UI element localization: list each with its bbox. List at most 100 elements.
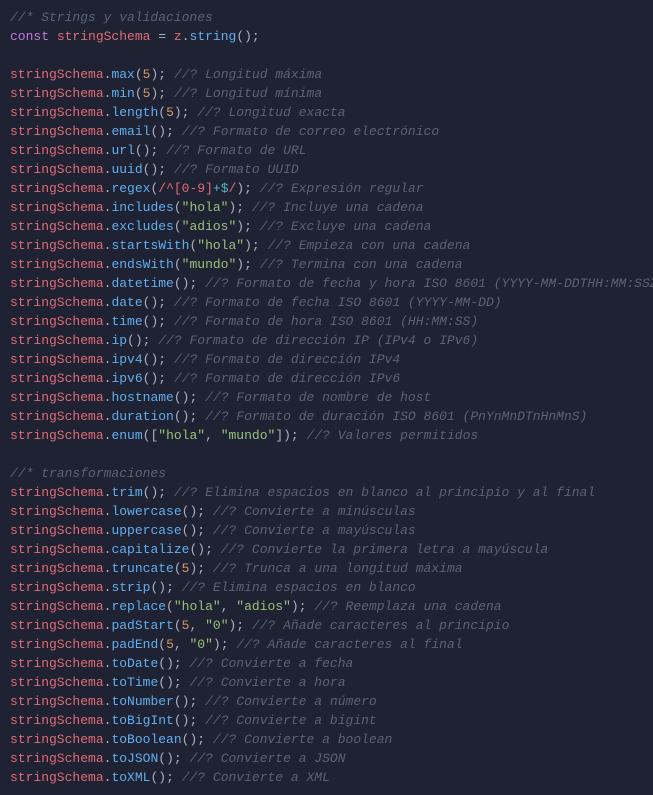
comment: //? Empieza con una cadena	[268, 238, 471, 253]
object-name: stringSchema	[10, 542, 104, 557]
paren-close: );	[158, 580, 174, 595]
code-line: stringSchema.padEnd(5, "0"); //? Añade c…	[10, 635, 643, 654]
comment: //? Convierte a bigint	[205, 713, 377, 728]
method-name: length	[111, 105, 158, 120]
regex-delim: /	[158, 181, 166, 196]
method-name: max	[111, 67, 134, 82]
paren-open: (	[158, 105, 166, 120]
comment: //? Formato de dirección IP (IPv4 o IPv6…	[158, 333, 478, 348]
code-line: //* transformaciones	[10, 464, 643, 483]
string-literal: "0"	[205, 618, 228, 633]
paren-open: (	[158, 751, 166, 766]
paren-open: (	[174, 409, 182, 424]
paren-close: );	[150, 352, 166, 367]
code-line: const stringSchema = z.string();	[10, 27, 643, 46]
paren-open: (	[158, 637, 166, 652]
object-name: stringSchema	[10, 504, 104, 519]
code-line: //* Strings y validaciones	[10, 8, 643, 27]
comment: //? Expresión regular	[260, 181, 424, 196]
paren-close: );	[291, 599, 307, 614]
paren-close: );	[150, 371, 166, 386]
string-literal: "mundo"	[182, 257, 237, 272]
comment: //* transformaciones	[10, 466, 166, 481]
object-name: stringSchema	[10, 485, 104, 500]
code-line: stringSchema.regex(/^[0-9]+$/); //? Expr…	[10, 179, 643, 198]
paren-close: );	[150, 314, 166, 329]
object-name: stringSchema	[10, 751, 104, 766]
paren-close: );	[135, 333, 151, 348]
code-line: stringSchema.max(5); //? Longitud máxima	[10, 65, 643, 84]
code-line: stringSchema.uuid(); //? Formato UUID	[10, 160, 643, 179]
paren-open: (	[174, 561, 182, 576]
regex-body: ^[0-9]	[166, 181, 213, 196]
method-name: ip	[111, 333, 127, 348]
method-name: string	[190, 29, 237, 44]
method-name: trim	[111, 485, 142, 500]
comment: //? Formato de fecha ISO 8601 (YYYY-MM-D…	[174, 295, 502, 310]
comment: //? Reemplaza una cadena	[314, 599, 501, 614]
object-name: stringSchema	[10, 352, 104, 367]
method-name: time	[111, 314, 142, 329]
bracket-close: ]	[275, 428, 283, 443]
code-line: stringSchema.strip(); //? Elimina espaci…	[10, 578, 643, 597]
code-line: stringSchema.time(); //? Formato de hora…	[10, 312, 643, 331]
paren-open: (	[127, 333, 135, 348]
number-literal: 5	[166, 637, 174, 652]
number-literal: 5	[166, 105, 174, 120]
comment: //* Strings y validaciones	[10, 10, 213, 25]
comment: //? Formato de fecha y hora ISO 8601 (YY…	[205, 276, 653, 291]
method-name: enum	[111, 428, 142, 443]
comment: //? Convierte a número	[205, 694, 377, 709]
method-name: hostname	[111, 390, 173, 405]
paren-open: (	[174, 694, 182, 709]
object-name: stringSchema	[10, 276, 104, 291]
method-name: excludes	[111, 219, 173, 234]
paren-open: (	[135, 67, 143, 82]
object-name: stringSchema	[10, 314, 104, 329]
method-name: toXML	[111, 770, 150, 785]
paren-open: (	[158, 675, 166, 690]
code-line: stringSchema.email(); //? Formato de cor…	[10, 122, 643, 141]
object-name: stringSchema	[10, 656, 104, 671]
code-line: stringSchema.toTime(); //? Convierte a h…	[10, 673, 643, 692]
variable-name: stringSchema	[57, 29, 151, 44]
object-name: stringSchema	[10, 124, 104, 139]
object-name: stringSchema	[10, 409, 104, 424]
object-name: stringSchema	[10, 580, 104, 595]
comment: //? Convierte a XML	[182, 770, 330, 785]
paren-open: (	[174, 713, 182, 728]
paren-open: (	[174, 276, 182, 291]
regex-quant: +$	[213, 181, 229, 196]
code-line: stringSchema.date(); //? Formato de fech…	[10, 293, 643, 312]
code-line	[10, 445, 643, 464]
object-name: stringSchema	[10, 428, 104, 443]
comment: //? Longitud máxima	[174, 67, 322, 82]
string-literal: "hola"	[197, 238, 244, 253]
paren-open: (	[135, 143, 143, 158]
object-name: stringSchema	[10, 67, 104, 82]
paren-close: );	[229, 618, 245, 633]
method-name: endsWith	[111, 257, 173, 272]
paren-open: (	[174, 618, 182, 633]
method-name: regex	[111, 181, 150, 196]
object-name: stringSchema	[10, 599, 104, 614]
string-literal: "0"	[189, 637, 212, 652]
code-line: stringSchema.excludes("adios"); //? Excl…	[10, 217, 643, 236]
method-name: startsWith	[111, 238, 189, 253]
code-line: stringSchema.lowercase(); //? Convierte …	[10, 502, 643, 521]
code-line: stringSchema.toXML(); //? Convierte a XM…	[10, 768, 643, 787]
object-name: stringSchema	[10, 105, 104, 120]
comment: //? Convierte la primera letra a mayúscu…	[221, 542, 549, 557]
paren-open: (	[174, 257, 182, 272]
method-name: padStart	[111, 618, 173, 633]
string-literal: "hola"	[174, 599, 221, 614]
comment: //? Convierte a mayúsculas	[213, 523, 416, 538]
paren-close: );	[189, 504, 205, 519]
paren-close: );	[150, 162, 166, 177]
paren-close: );	[213, 637, 229, 652]
object-name: stringSchema	[10, 732, 104, 747]
comment: //? Longitud mínima	[174, 86, 322, 101]
string-literal: "adios"	[182, 219, 237, 234]
operator: =	[158, 29, 166, 44]
string-literal: "hola"	[182, 200, 229, 215]
